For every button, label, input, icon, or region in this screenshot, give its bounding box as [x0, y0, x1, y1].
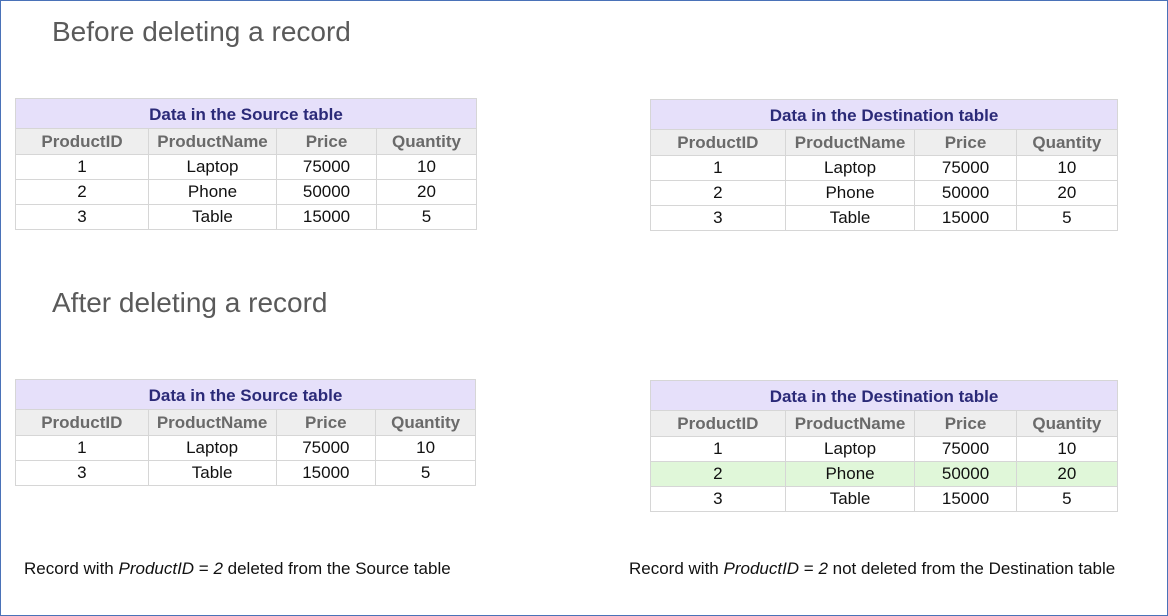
column-header-productid: ProductID — [650, 410, 786, 437]
table-row: 3 Table 15000 5 — [650, 486, 1119, 512]
caption-suffix: deleted from the Source table — [222, 559, 451, 578]
table-title: Data in the Destination table — [650, 99, 1118, 130]
cell-quantity: 10 — [376, 154, 477, 180]
column-header-price: Price — [276, 128, 377, 155]
cell-quantity: 10 — [375, 435, 476, 461]
cell-productname: Table — [784, 486, 916, 512]
cell-productid: 3 — [15, 204, 149, 230]
column-header-productname: ProductName — [784, 410, 916, 437]
column-header-price: Price — [914, 129, 1017, 156]
cell-quantity: 5 — [375, 460, 476, 486]
table-title: Data in the Destination table — [650, 380, 1118, 411]
cell-quantity: 5 — [376, 204, 477, 230]
table-row: 1 Laptop 75000 10 — [650, 155, 1119, 181]
column-header-quantity: Quantity — [376, 128, 477, 155]
cell-price: 15000 — [914, 205, 1017, 231]
caption-field: ProductID — [118, 559, 195, 578]
cell-productid: 3 — [15, 460, 149, 486]
cell-productid: 3 — [650, 486, 786, 512]
caption-field: ProductID — [723, 559, 800, 578]
cell-productname: Table — [784, 205, 916, 231]
table-row: 1 Laptop 75000 10 — [650, 436, 1119, 462]
cell-productid: 1 — [650, 436, 786, 462]
cell-quantity: 10 — [1015, 436, 1119, 462]
cell-price: 50000 — [914, 461, 1017, 487]
cell-quantity: 20 — [1015, 180, 1119, 206]
cell-price: 75000 — [914, 155, 1017, 181]
table-title: Data in the Source table — [15, 98, 477, 129]
cell-productname: Laptop — [784, 436, 916, 462]
heading-after: After deleting a record — [52, 287, 328, 318]
cell-productname: Phone — [148, 179, 277, 205]
caption-suffix: not deleted from the Destination table — [827, 559, 1116, 578]
cell-productid: 1 — [650, 155, 786, 181]
cell-quantity: 20 — [1015, 461, 1119, 487]
cell-productid: 3 — [650, 205, 786, 231]
column-header-quantity: Quantity — [1015, 410, 1119, 437]
cell-productname: Laptop — [784, 155, 916, 181]
caption-operator: = — [799, 559, 819, 578]
cell-productid: 2 — [650, 180, 786, 206]
caption-value: 2 — [818, 559, 828, 578]
cell-productname: Phone — [784, 180, 916, 206]
table-row: 3 Table 15000 5 — [15, 204, 477, 230]
cell-price: 50000 — [914, 180, 1017, 206]
heading-before: Before deleting a record — [52, 16, 351, 47]
caption-prefix: Record with — [24, 559, 119, 578]
cell-productname: Laptop — [147, 435, 277, 461]
destination-table-after: Data in the Destination table ProductID … — [650, 380, 1119, 512]
table-row: 2 Phone 50000 20 — [650, 180, 1119, 206]
cell-productid: 2 — [650, 461, 786, 487]
cell-productid: 1 — [15, 435, 149, 461]
cell-quantity: 20 — [376, 179, 477, 205]
cell-price: 15000 — [276, 204, 377, 230]
cell-quantity: 5 — [1015, 486, 1119, 512]
cell-productname: Phone — [784, 461, 916, 487]
table-row: 3 Table 15000 5 — [15, 460, 476, 486]
table-row: 1 Laptop 75000 10 — [15, 154, 477, 180]
cell-price: 75000 — [914, 436, 1017, 462]
column-header-price: Price — [275, 409, 377, 436]
table-row: 2 Phone 50000 20 — [15, 179, 477, 205]
caption-prefix: Record with — [629, 559, 724, 578]
cell-quantity: 10 — [1015, 155, 1119, 181]
table-title: Data in the Source table — [15, 379, 476, 410]
cell-price: 75000 — [275, 435, 377, 461]
cell-productid: 2 — [15, 179, 149, 205]
source-table-after: Data in the Source table ProductID Produ… — [15, 379, 476, 486]
cell-productname: Table — [147, 460, 277, 486]
caption-source: Record with ProductID = 2 deleted from t… — [24, 559, 451, 579]
cell-price: 50000 — [276, 179, 377, 205]
column-header-productname: ProductName — [784, 129, 916, 156]
table-row: 3 Table 15000 5 — [650, 205, 1119, 231]
caption-destination: Record with ProductID = 2 not deleted fr… — [629, 559, 1115, 579]
column-header-quantity: Quantity — [375, 409, 476, 436]
table-row: 1 Laptop 75000 10 — [15, 435, 476, 461]
column-header-productname: ProductName — [147, 409, 277, 436]
cell-price: 15000 — [914, 486, 1017, 512]
caption-operator: = — [194, 559, 214, 578]
cell-productname: Table — [148, 204, 277, 230]
cell-price: 15000 — [275, 460, 377, 486]
cell-quantity: 5 — [1015, 205, 1119, 231]
column-header-productname: ProductName — [148, 128, 277, 155]
cell-price: 75000 — [276, 154, 377, 180]
column-header-productid: ProductID — [15, 128, 149, 155]
column-header-quantity: Quantity — [1015, 129, 1119, 156]
source-table-before: Data in the Source table ProductID Produ… — [15, 98, 477, 230]
column-header-price: Price — [914, 410, 1017, 437]
highlighted-table-row: 2 Phone 50000 20 — [650, 461, 1119, 487]
cell-productid: 1 — [15, 154, 149, 180]
caption-value: 2 — [213, 559, 223, 578]
column-header-productid: ProductID — [15, 409, 149, 436]
cell-productname: Laptop — [148, 154, 277, 180]
column-header-productid: ProductID — [650, 129, 786, 156]
destination-table-before: Data in the Destination table ProductID … — [650, 99, 1119, 231]
